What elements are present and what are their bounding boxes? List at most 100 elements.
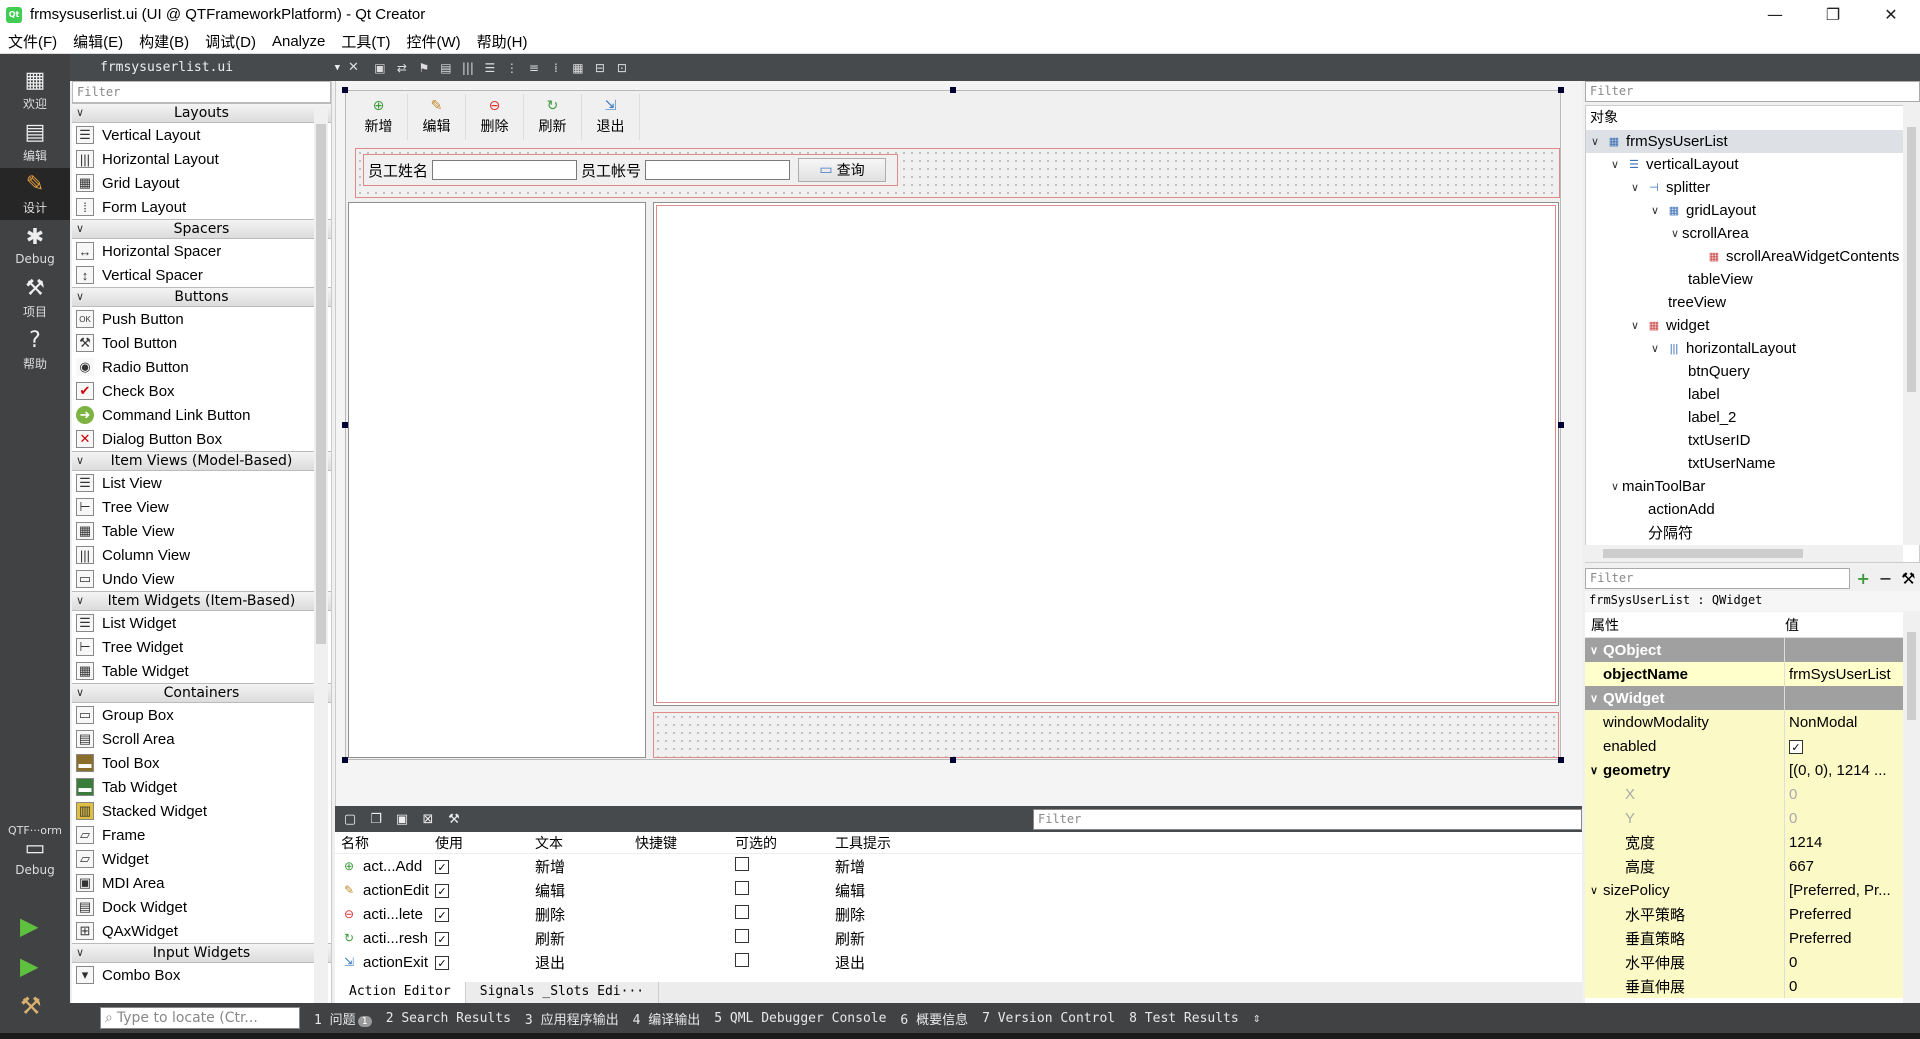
widget-item[interactable]: ▭ Group Box: [72, 703, 331, 727]
property-filter-input[interactable]: Filter: [1585, 568, 1850, 589]
property-row[interactable]: 水平伸展 0: [1585, 950, 1903, 974]
add-property-icon[interactable]: +: [1856, 569, 1869, 588]
object-item[interactable]: txtUserID: [1586, 429, 1919, 452]
category-item-views[interactable]: ∨ Item Views (Model-Based): [72, 451, 331, 471]
widget-item[interactable]: ➜ Command Link Button: [72, 403, 331, 427]
widget-item[interactable]: ↕ Vertical Spacer: [72, 263, 331, 287]
menu-help[interactable]: 帮助(H): [469, 31, 536, 52]
object-item[interactable]: ▦ scrollAreaWidgetContents: [1586, 245, 1919, 268]
object-item[interactable]: txtUserName: [1586, 452, 1919, 475]
mode-welcome[interactable]: ▦ 欢迎: [0, 64, 70, 116]
configure-icon[interactable]: ⚒: [1901, 569, 1915, 588]
property-row[interactable]: windowModality NonModal: [1585, 710, 1903, 734]
pane-compile-output[interactable]: 4 编译输出: [633, 1009, 701, 1028]
pane-qml-debugger[interactable]: 5 QML Debugger Console: [714, 1011, 886, 1026]
mode-design[interactable]: ✎ 设计: [0, 168, 70, 220]
menu-widgets[interactable]: 控件(W): [399, 31, 469, 52]
widget-item[interactable]: ▭ Undo View: [72, 567, 331, 591]
object-item[interactable]: ∨ ▦ gridLayout: [1586, 199, 1919, 222]
category-containers[interactable]: ∨ Containers: [72, 683, 331, 703]
object-item[interactable]: label: [1586, 383, 1919, 406]
widget-item[interactable]: ✔ Check Box: [72, 379, 331, 403]
build-hammer-icon[interactable]: ⚒: [20, 992, 42, 1020]
used-checkbox[interactable]: ✓: [435, 932, 449, 946]
menu-edit[interactable]: 编辑(E): [65, 31, 131, 52]
category-item-widgets[interactable]: ∨ Item Widgets (Item-Based): [72, 591, 331, 611]
widget-item[interactable]: ||| Horizontal Layout: [72, 147, 331, 171]
property-row[interactable]: objectName frmSysUserList: [1585, 662, 1903, 686]
break-layout-icon[interactable]: ⊟: [591, 60, 609, 76]
delete-action-icon[interactable]: ⊠: [417, 812, 439, 827]
action-filter-input[interactable]: Filter: [1033, 809, 1582, 830]
widget-item[interactable]: OK Push Button: [72, 307, 331, 331]
widget-item[interactable]: ▦ Grid Layout: [72, 171, 331, 195]
object-item[interactable]: ∨ ▦ frmSysUserList: [1586, 130, 1919, 153]
category-layouts[interactable]: ∨ Layouts: [72, 103, 331, 123]
property-group-qobject[interactable]: ∨ QObject: [1585, 638, 1903, 662]
mode-help[interactable]: ? 帮助: [0, 324, 70, 376]
widget-item[interactable]: ▤ Scroll Area: [72, 727, 331, 751]
copy-action-icon[interactable]: ❐: [365, 812, 387, 827]
pane-version-control[interactable]: 7 Version Control: [982, 1011, 1115, 1026]
property-row[interactable]: 水平策略 Preferred: [1585, 902, 1903, 926]
edit-signals-icon[interactable]: ⇄: [393, 60, 411, 76]
layout-horizontal-icon[interactable]: |||: [459, 60, 477, 76]
action-row[interactable]: ⇲ actionExit ✓ 退出 退出: [335, 950, 1582, 974]
used-checkbox[interactable]: ✓: [435, 884, 449, 898]
enabled-checkbox[interactable]: ✓: [1789, 740, 1803, 754]
tree-view[interactable]: [348, 202, 646, 758]
menu-file[interactable]: 文件(F): [0, 31, 65, 52]
close-document-button[interactable]: ✕: [348, 60, 359, 75]
widget-item[interactable]: ▣ MDI Area: [72, 871, 331, 895]
widget-item[interactable]: ▾ Combo Box: [72, 963, 331, 987]
object-item[interactable]: tableView: [1586, 268, 1919, 291]
remove-property-icon[interactable]: −: [1879, 569, 1892, 588]
object-item[interactable]: btnQuery: [1586, 360, 1919, 383]
property-row[interactable]: ∨ geometry [(0, 0), 1214 ...: [1585, 758, 1903, 782]
menu-tools[interactable]: 工具(T): [333, 31, 398, 52]
widget-item[interactable]: ⁞ Form Layout: [72, 195, 331, 219]
document-selector[interactable]: frmsysuserlist.ui ▼: [100, 60, 340, 75]
property-row[interactable]: 垂直伸展 0: [1585, 974, 1903, 998]
widget-item[interactable]: ◉ Radio Button: [72, 355, 331, 379]
widget-item[interactable]: ⊢ Tree Widget: [72, 635, 331, 659]
checkable-checkbox[interactable]: [735, 953, 749, 967]
widget-item[interactable]: ▦ Table Widget: [72, 659, 331, 683]
widget-item[interactable]: ▬ Tool Box: [72, 751, 331, 775]
object-item[interactable]: ∨ ||| horizontalLayout: [1586, 337, 1919, 360]
scrollbar-thumb[interactable]: [1603, 549, 1803, 558]
menu-debug[interactable]: 调试(D): [197, 31, 264, 52]
layout-form-icon[interactable]: ⁞: [547, 60, 565, 76]
selection-handle[interactable]: [342, 422, 348, 428]
selection-handle[interactable]: [342, 757, 348, 763]
widget-item[interactable]: ⊢ Tree View: [72, 495, 331, 519]
used-checkbox[interactable]: ✓: [435, 956, 449, 970]
menu-analyze[interactable]: Analyze: [264, 33, 333, 50]
toolbar-add-button[interactable]: ⊕ 新增: [350, 94, 408, 140]
toolbar-delete-button[interactable]: ⊖ 删除: [466, 94, 524, 140]
toolbar-edit-button[interactable]: ✎ 编辑: [408, 94, 466, 140]
toolbar-exit-button[interactable]: ⇲ 退出: [582, 94, 640, 140]
userid-input[interactable]: [645, 160, 791, 180]
mode-edit[interactable]: ▤ 编辑: [0, 116, 70, 168]
toolbar-refresh-button[interactable]: ↻ 刷新: [524, 94, 582, 140]
widget-item[interactable]: ||| Column View: [72, 543, 331, 567]
layout-h-splitter-icon[interactable]: ⋮: [503, 60, 521, 76]
property-row[interactable]: ∨ sizePolicy [Preferred, Pr...: [1585, 878, 1903, 902]
checkable-checkbox[interactable]: [735, 881, 749, 895]
selection-handle[interactable]: [1558, 757, 1564, 763]
close-button[interactable]: ✕: [1862, 0, 1920, 29]
widget-filter-input[interactable]: Filter: [72, 81, 331, 103]
selection-handle[interactable]: [950, 87, 956, 93]
property-row[interactable]: 高度 667: [1585, 854, 1903, 878]
table-view[interactable]: [656, 205, 1556, 703]
widget-item[interactable]: ☰ List View: [72, 471, 331, 495]
object-item[interactable]: ∨ mainToolBar: [1586, 475, 1919, 498]
selection-handle[interactable]: [1558, 422, 1564, 428]
debug-run-icon[interactable]: ▶: [20, 952, 38, 980]
pane-application-output[interactable]: 3 应用程序输出: [525, 1009, 619, 1028]
object-item[interactable]: ∨ ☰ verticalLayout: [1586, 153, 1919, 176]
locator-input[interactable]: ⌕ Type to locate (Ctr...: [100, 1007, 300, 1029]
object-inspector-vscrollbar[interactable]: [1903, 105, 1920, 545]
category-spacers[interactable]: ∨ Spacers: [72, 219, 331, 239]
